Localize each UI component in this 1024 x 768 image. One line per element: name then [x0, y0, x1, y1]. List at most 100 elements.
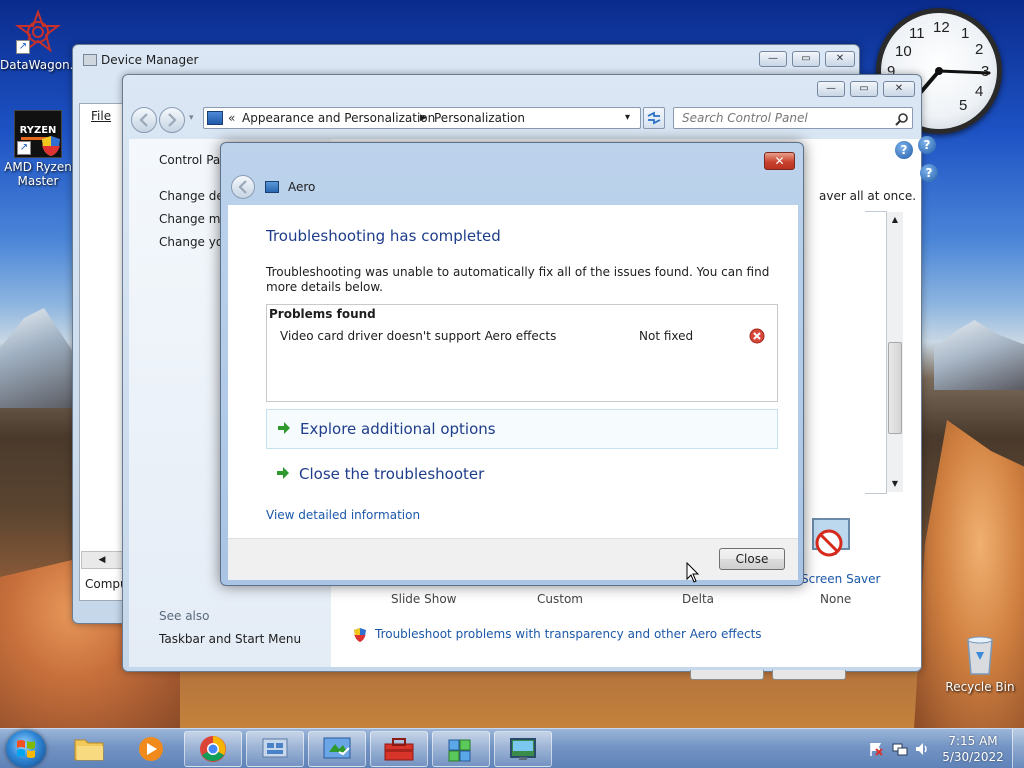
- refresh-button[interactable]: [643, 107, 665, 129]
- refresh-icon: [647, 111, 661, 125]
- close-button[interactable]: ✕: [825, 51, 855, 67]
- color-label[interactable]: Custom: [537, 592, 583, 606]
- media-player-icon: [139, 737, 163, 761]
- taskbar: 7:15 AM 5/30/2022: [0, 728, 1024, 768]
- dialog-footer: Close: [228, 538, 798, 580]
- shield-icon: [354, 628, 366, 642]
- screen-saver-link[interactable]: Screen Saver: [801, 572, 880, 586]
- taskbar-personalization-button[interactable]: [494, 731, 552, 767]
- desktop-icon-ryzen-master[interactable]: RYZEN ↗ AMD Ryzen Master: [0, 110, 76, 188]
- back-button[interactable]: [131, 107, 157, 133]
- troubleshooter-icon: [448, 739, 471, 762]
- desktop-icon-recycle-bin[interactable]: Recycle Bin: [940, 630, 1020, 694]
- view-detailed-information-link[interactable]: View detailed information: [266, 508, 420, 522]
- desktop-background-label[interactable]: Slide Show: [391, 592, 456, 606]
- taskbar-troubleshooter-button[interactable]: [432, 731, 490, 767]
- clock-time: 7:15 AM: [948, 734, 998, 748]
- desktop-icon-datawagon[interactable]: ↗ DataWagon...: [0, 8, 82, 72]
- close-troubleshooter-link[interactable]: Close the troubleshooter: [266, 455, 778, 495]
- volume-icon[interactable]: [914, 741, 930, 757]
- problems-header: Problems found: [269, 307, 376, 321]
- toolbox-icon: [384, 738, 414, 761]
- maximize-button[interactable]: ▭: [792, 51, 820, 67]
- scrollbar-thumb[interactable]: [888, 342, 902, 434]
- close-button[interactable]: Close: [719, 548, 785, 570]
- datawagon-icon: ↗: [14, 8, 62, 56]
- back-arrow-icon: [238, 180, 247, 194]
- scroll-up-icon[interactable]: ▲: [887, 212, 903, 228]
- show-desktop-button[interactable]: [1012, 729, 1024, 768]
- aero-troubleshooter-dialog[interactable]: ✕ Aero Troubleshooting has completed Tro…: [220, 142, 804, 586]
- dialog-close-button[interactable]: ✕: [764, 152, 795, 170]
- help-icon[interactable]: ?: [918, 136, 936, 154]
- breadcrumb-personalization[interactable]: Personalization: [434, 108, 525, 128]
- problem-name: Video card driver doesn't support Aero e…: [280, 329, 557, 343]
- problems-found-box: Problems found Video card driver doesn't…: [266, 304, 778, 402]
- folder-icon: [74, 739, 104, 761]
- desktop-icon-label: DataWagon...: [0, 58, 82, 72]
- scroll-left-button[interactable]: ◀: [81, 551, 123, 569]
- address-chevron: «: [228, 111, 236, 125]
- screen-saver-value[interactable]: None: [820, 592, 851, 606]
- minimize-button[interactable]: —: [817, 81, 845, 97]
- intro-text-tail: aver all at once.: [819, 189, 917, 203]
- hidden-button: [772, 670, 846, 680]
- search-icon[interactable]: [895, 112, 909, 126]
- minimize-button[interactable]: —: [759, 51, 787, 67]
- problem-row[interactable]: Video card driver doesn't support Aero e…: [267, 325, 777, 347]
- taskbar-explorer-button[interactable]: [60, 731, 118, 767]
- dialog-content: Troubleshooting has completed Troublesho…: [228, 205, 798, 538]
- shortcut-arrow-icon: ↗: [16, 40, 30, 54]
- shortcut-arrow-icon: ↗: [17, 141, 31, 155]
- screen-saver-icon[interactable]: [803, 513, 859, 569]
- forward-arrow-icon: [168, 113, 177, 127]
- desktop-icon-label: AMD Ryzen Master: [4, 160, 72, 188]
- troubleshoot-aero-link[interactable]: Troubleshoot problems with transparency …: [375, 627, 762, 641]
- control-panel-home-link[interactable]: Control Pan: [159, 153, 228, 167]
- address-dropdown-icon[interactable]: ▾: [625, 108, 630, 128]
- troubleshooting-summary: Troubleshooting was unable to automatica…: [266, 265, 770, 294]
- problem-status: Not fixed: [639, 329, 694, 343]
- explore-options-link[interactable]: Explore additional options: [266, 409, 778, 449]
- taskbar-device-manager-button[interactable]: [246, 731, 304, 767]
- history-dropdown-icon[interactable]: ▾: [189, 113, 194, 123]
- chrome-icon: [200, 736, 226, 762]
- mouse-cursor-icon: [686, 562, 700, 583]
- search-input[interactable]: Search Control Panel: [673, 107, 913, 129]
- mountain-left: [0, 308, 80, 408]
- start-button[interactable]: [6, 730, 46, 768]
- left-link-change-mouse[interactable]: Change mo: [159, 212, 228, 226]
- network-icon[interactable]: [892, 741, 908, 757]
- help-icon[interactable]: ?: [895, 141, 913, 159]
- taskbar-chrome-button[interactable]: [184, 731, 242, 767]
- personalization-icon: [510, 738, 536, 760]
- dialog-back-button[interactable]: [231, 175, 255, 199]
- address-bar[interactable]: « Appearance and Personalization ▶ Perso…: [203, 107, 641, 129]
- taskbar-clock[interactable]: 7:15 AM 5/30/2022: [940, 733, 1006, 765]
- shield-icon: [41, 135, 61, 157]
- scroll-down-icon[interactable]: ▼: [887, 476, 903, 492]
- see-also-heading: See also: [159, 609, 210, 623]
- ryzen-master-icon: RYZEN ↗: [14, 110, 62, 158]
- help-icon[interactable]: ?: [920, 164, 938, 182]
- control-panel-icon: [207, 111, 223, 125]
- taskbar-control-panel-button[interactable]: [308, 731, 366, 767]
- forward-button[interactable]: [159, 107, 185, 133]
- close-button[interactable]: ✕: [883, 81, 915, 97]
- window-title: Device Manager: [101, 53, 199, 67]
- taskbar-toolbox-button[interactable]: [370, 731, 428, 767]
- menu-file[interactable]: File: [91, 109, 111, 123]
- mountain-right: [934, 320, 1024, 390]
- maximize-button[interactable]: ▭: [850, 81, 878, 97]
- device-manager-icon: [83, 54, 97, 66]
- taskbar-start-menu-link[interactable]: Taskbar and Start Menu: [159, 632, 301, 646]
- taskbar-media-player-button[interactable]: [122, 731, 180, 767]
- flag-icon[interactable]: [868, 741, 884, 757]
- breadcrumb-separator-icon[interactable]: ▶: [420, 108, 427, 128]
- sounds-label[interactable]: Delta: [682, 592, 714, 606]
- back-arrow-icon: [139, 113, 148, 127]
- breadcrumb-appearance[interactable]: Appearance and Personalization: [242, 108, 435, 128]
- recycle-bin-icon: [956, 630, 1004, 678]
- error-x-icon: [749, 328, 765, 344]
- themes-scrollbar[interactable]: ▲ ▼: [886, 212, 903, 492]
